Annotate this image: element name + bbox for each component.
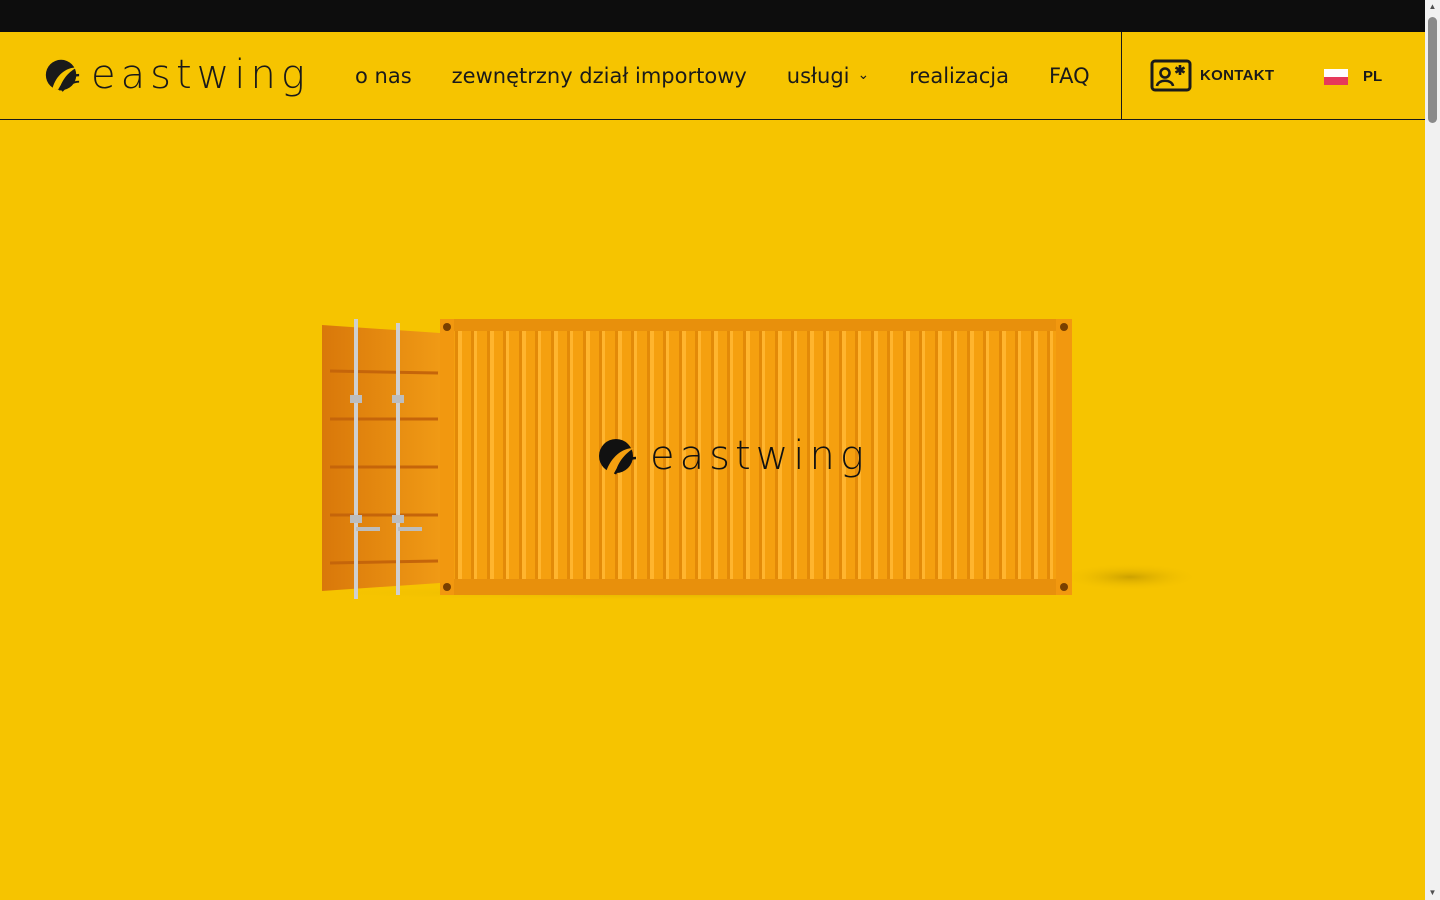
scroll-thumb[interactable]	[1428, 17, 1437, 123]
logo-text: eastwing	[91, 52, 310, 98]
scroll-up-icon[interactable]: ▲	[1425, 0, 1440, 14]
nav-item-realizacja[interactable]: realizacja	[909, 64, 1009, 88]
container-logo-text: eastwing	[650, 433, 869, 479]
contact-card-icon	[1150, 59, 1192, 92]
hero-container-image: eastwing	[280, 319, 1200, 601]
chevron-down-icon: ⌄	[857, 67, 870, 83]
nav-item-uslugi[interactable]: usługi ⌄	[787, 64, 869, 88]
contact-label: KONTAKT	[1200, 67, 1275, 84]
main-nav: o nas zewnętrzny dział importowy usługi ⌄…	[355, 32, 1130, 120]
poland-flag-icon	[1324, 68, 1348, 85]
scroll-down-icon[interactable]: ▼	[1425, 886, 1440, 900]
nav-item-zewnetrzny-dzial-importowy[interactable]: zewnętrzny dział importowy	[452, 64, 747, 88]
scrollbar[interactable]: ▲ ▼	[1425, 0, 1440, 900]
eastwing-logo-icon	[45, 59, 80, 92]
nav-label: FAQ	[1049, 64, 1090, 88]
nav-label: zewnętrzny dział importowy	[451, 64, 747, 88]
language-switcher[interactable]: PL	[1324, 68, 1382, 85]
nav-item-faq[interactable]: FAQ	[1049, 64, 1090, 88]
site-header: eastwing o nas zewnętrzny dział importow…	[0, 32, 1425, 120]
nav-label: usługi	[786, 64, 850, 88]
nav-item-o-nas[interactable]: o nas	[355, 64, 412, 88]
logo-link[interactable]: eastwing	[43, 52, 310, 98]
contact-button[interactable]: KONTAKT	[1150, 59, 1274, 92]
hero-section: eastwing	[0, 121, 1425, 900]
top-bar	[0, 0, 1425, 32]
language-label: PL	[1363, 68, 1383, 85]
nav-label: realizacja	[909, 64, 1010, 88]
nav-label: o nas	[355, 64, 412, 88]
header-divider	[1121, 32, 1122, 120]
